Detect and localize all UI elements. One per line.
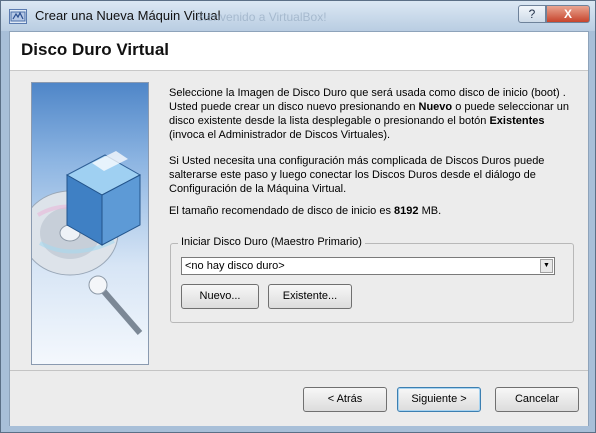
wizard-footer: < Atrás Siguiente > Cancelar [10, 370, 588, 426]
virtualbox-icon [9, 9, 27, 24]
boot-disk-group: Iniciar Disco Duro (Maestro Primario) <n… [170, 236, 574, 323]
existing-disk-button[interactable]: Existente... [268, 284, 352, 309]
close-button[interactable]: X [546, 5, 590, 23]
hard-disk-select[interactable]: <no hay disco duro> ▼ [181, 257, 555, 275]
cancel-button[interactable]: Cancelar [495, 387, 579, 412]
boot-disk-group-label: Iniciar Disco Duro (Maestro Primario) [178, 236, 365, 248]
wizard-window: Crear una Nueva Máquin Virtual Bienvenid… [0, 0, 596, 433]
back-button[interactable]: < Atrás [303, 387, 387, 412]
new-disk-button[interactable]: Nuevo... [181, 284, 259, 309]
window-title: Crear una Nueva Máquin Virtual [35, 8, 221, 23]
recommended-size-value: 8192 [394, 205, 419, 217]
page-title: Disco Duro Virtual [21, 40, 169, 59]
help-icon: ? [528, 7, 536, 21]
dialog-client-area: Disco Duro Virtual Seleccione la Imagen … [9, 31, 589, 426]
recommended-size-label: El tamaño recomendado de disco de inicio… [169, 205, 395, 217]
chevron-down-icon[interactable]: ▼ [540, 259, 553, 273]
recommended-size-unit: MB. [418, 205, 442, 217]
new-keyword: Nuevo [418, 101, 453, 113]
next-button[interactable]: Siguiente > [397, 387, 481, 412]
intro-text-3: (invoca el Administrador de Discos Virtu… [169, 129, 391, 141]
wizard-header: Disco Duro Virtual [10, 32, 588, 71]
wizard-body: Seleccione la Imagen de Disco Duro que s… [10, 71, 588, 370]
recommended-size-text: El tamaño recomendado de disco de inicio… [169, 204, 569, 218]
title-bar[interactable]: Crear una Nueva Máquin Virtual Bienvenid… [1, 1, 595, 31]
advanced-paragraph: Si Usted necesita una configuración más … [169, 155, 545, 195]
intro-paragraph: Seleccione la Imagen de Disco Duro que s… [169, 86, 569, 142]
help-button[interactable]: ? [518, 5, 546, 23]
virtualbox-disc-illustration [31, 82, 149, 365]
existing-keyword: Existentes [489, 115, 545, 127]
background-window-title: Bienvenido a VirtualBox! [196, 10, 327, 24]
hard-disk-select-value: <no hay disco duro> [185, 260, 285, 272]
close-icon: X [563, 7, 572, 21]
